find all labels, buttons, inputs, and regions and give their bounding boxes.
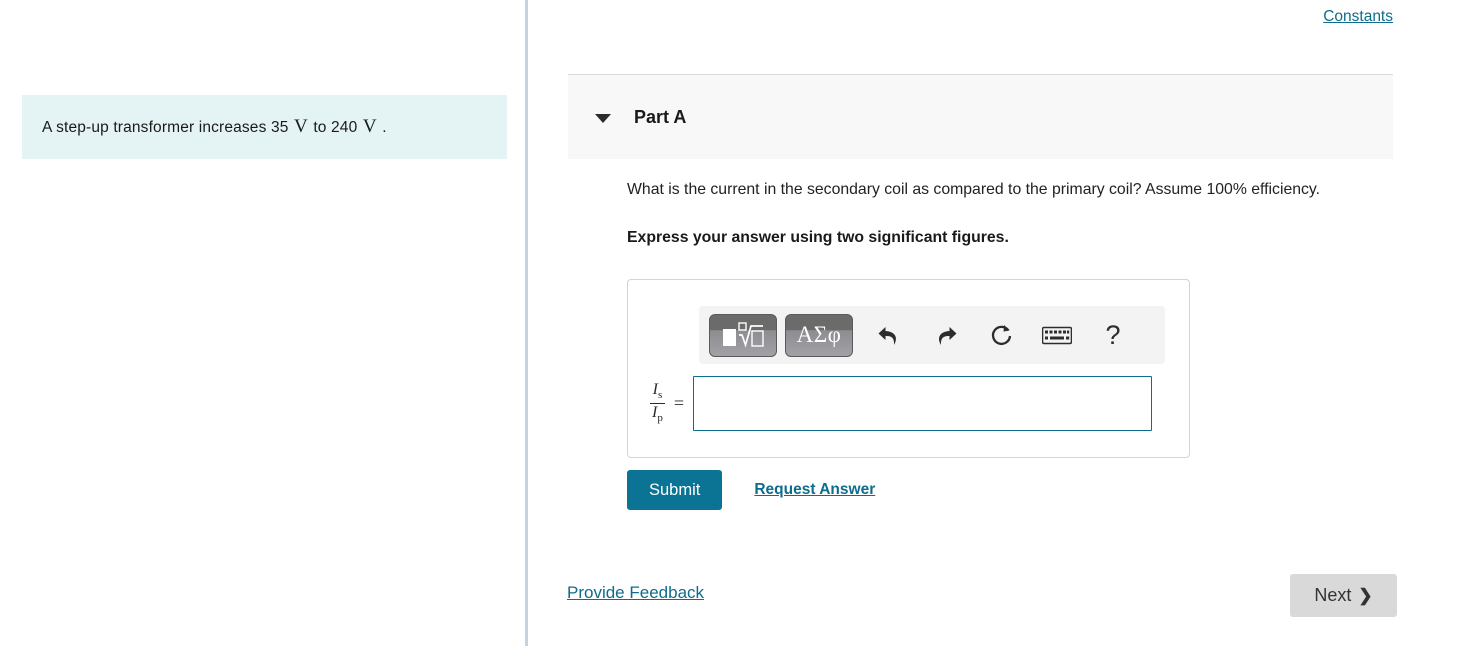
- problem-text-part-1: A step-up transformer increases 35: [42, 119, 289, 136]
- help-label: ?: [1105, 319, 1121, 350]
- problem-page: A step-up transformer increases 35 V to …: [0, 0, 1460, 646]
- answer-panel: ΑΣφ ? Is Ip =: [627, 279, 1190, 458]
- greek-letters-label: ΑΣφ: [796, 322, 842, 347]
- unit-volt-1: V: [293, 116, 308, 137]
- next-button[interactable]: Next ❯: [1290, 574, 1397, 617]
- problem-text-part-2: to 240: [313, 119, 358, 136]
- equals-sign: =: [673, 393, 684, 413]
- request-answer-link[interactable]: Request Answer: [754, 481, 875, 499]
- keyboard-button[interactable]: [1033, 314, 1081, 357]
- problem-statement-pane: A step-up transformer increases 35 V to …: [0, 0, 528, 646]
- answer-row: Is Ip =: [650, 376, 1180, 431]
- math-toolbar: ΑΣφ ?: [699, 306, 1165, 364]
- problem-text-period: .: [382, 119, 387, 136]
- redo-button[interactable]: [921, 314, 969, 357]
- action-row: Submit Request Answer: [627, 470, 875, 510]
- math-template-icon: [723, 322, 764, 348]
- submit-button[interactable]: Submit: [627, 470, 723, 510]
- reset-button[interactable]: [977, 314, 1025, 357]
- math-template-button[interactable]: [709, 313, 777, 357]
- constants-row: Constants: [1323, 8, 1393, 26]
- chevron-right-icon: ❯: [1358, 585, 1373, 605]
- denominator-subscript: p: [657, 412, 663, 425]
- constants-link[interactable]: Constants: [1323, 8, 1393, 25]
- part-a-title: Part A: [634, 106, 687, 127]
- instruction-text: Express your answer using two significan…: [627, 229, 1009, 246]
- fraction-numerator: Is: [651, 381, 665, 403]
- help-button[interactable]: ?: [1089, 314, 1137, 357]
- reset-icon: [991, 324, 1011, 345]
- fraction-denominator: Ip: [650, 404, 665, 425]
- question-text: What is the current in the secondary coi…: [627, 181, 1321, 198]
- undo-button[interactable]: [865, 314, 913, 357]
- problem-content-pane: Constants Part A What is the current in …: [531, 0, 1460, 646]
- chevron-down-icon[interactable]: [595, 113, 611, 123]
- unit-volt-2: V: [362, 116, 377, 137]
- numerator-subscript: s: [657, 389, 663, 402]
- undo-icon: [878, 326, 896, 345]
- provide-feedback-link[interactable]: Provide Feedback: [567, 583, 704, 603]
- part-a-header[interactable]: Part A: [568, 74, 1393, 159]
- redo-icon: [938, 326, 956, 345]
- current-ratio-expression: Is Ip: [650, 381, 665, 425]
- problem-statement-text: A step-up transformer increases 35 V to …: [42, 113, 387, 141]
- question-body: What is the current in the secondary coi…: [627, 178, 1367, 247]
- greek-letters-button[interactable]: ΑΣφ: [785, 313, 853, 357]
- problem-statement-box: A step-up transformer increases 35 V to …: [22, 95, 507, 159]
- next-button-label: Next: [1314, 585, 1352, 605]
- keyboard-icon: [1042, 326, 1072, 344]
- answer-input[interactable]: [692, 376, 1152, 431]
